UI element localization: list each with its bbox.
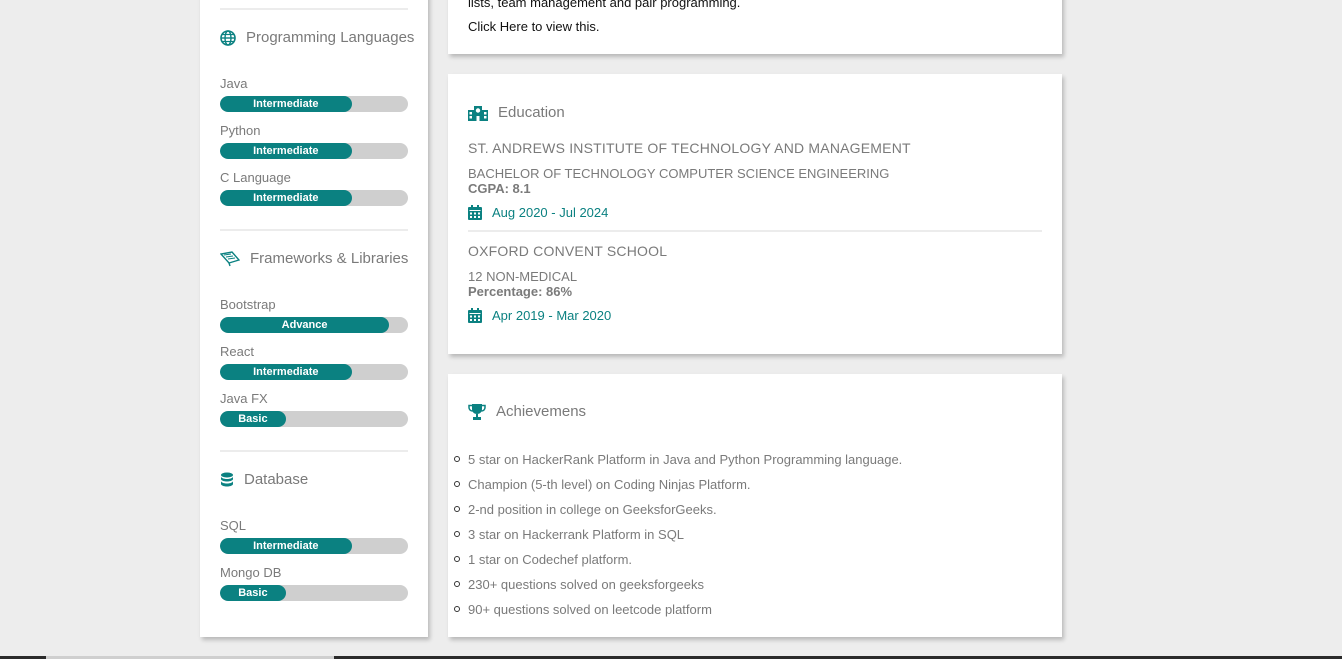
section-title: Programming Languages [246, 29, 415, 46]
skill-bar: Intermediate [220, 364, 408, 380]
skill-react: React Intermediate [220, 344, 408, 380]
skills-card: Programming Languages Java Intermediate … [200, 0, 428, 637]
skill-level: Advance [220, 317, 390, 333]
list-item: 90+ questions solved on leetcode platfor… [453, 602, 902, 627]
skill-level: Intermediate [220, 143, 352, 159]
calendar-icon [468, 205, 482, 220]
section-title: Frameworks & Libraries [250, 250, 409, 267]
section-title: Education [498, 103, 565, 121]
list-item: 1 star on Codechef platform. [453, 552, 902, 577]
skill-name: Java FX [220, 391, 268, 406]
skill-java: Java Intermediate [220, 76, 408, 112]
list-item: 230+ questions solved on geeksforgeeks [453, 577, 902, 602]
skill-name: Python [220, 123, 261, 138]
database-icon [221, 472, 233, 486]
skill-level: Intermediate [220, 364, 352, 380]
school-icon [468, 106, 488, 121]
achievements-card: Achievemens 5 star on HackerRank Platfor… [448, 374, 1062, 637]
education-degree: 12 NON-MEDICAL [468, 269, 578, 284]
skill-bar: Intermediate [220, 143, 408, 159]
skill-bar: Intermediate [220, 190, 408, 206]
trophy-icon [468, 404, 486, 420]
achievements-list: 5 star on HackerRank Platform in Java an… [453, 452, 902, 627]
skill-bar: Basic [220, 585, 408, 601]
list-item: 2-nd position in college on GeeksforGeek… [453, 502, 902, 527]
achievements-header: Achievemens [468, 403, 586, 420]
list-item: Champion (5-th level) on Coding Ninjas P… [453, 477, 902, 502]
skill-bar: Advance [220, 317, 408, 333]
divider [220, 450, 408, 452]
skill-name: SQL [220, 518, 247, 533]
education-school: ST. ANDREWS INSTITUTE OF TECHNOLOGY AND … [468, 140, 911, 156]
section-database: Database [220, 471, 308, 488]
skill-mongo-db: Mongo DB Basic [220, 565, 408, 601]
education-header: Education [468, 103, 565, 121]
section-programming-languages: Programming Languages [220, 29, 414, 46]
skill-level: Basic [220, 585, 286, 601]
skill-bootstrap: Bootstrap Advance [220, 297, 408, 333]
divider [220, 8, 408, 10]
education-dates: Apr 2019 - Mar 2020 [468, 308, 611, 323]
education-degree: BACHELOR OF TECHNOLOGY COMPUTER SCIENCE … [468, 166, 890, 181]
skill-name: Mongo DB [220, 565, 282, 580]
list-item: 5 star on HackerRank Platform in Java an… [453, 452, 902, 477]
book-icon [220, 250, 240, 266]
skill-name: Bootstrap [220, 297, 276, 312]
globe-icon [220, 29, 236, 46]
date-range: Apr 2019 - Mar 2020 [492, 308, 612, 323]
project-card: lists, team management and pair programm… [448, 0, 1062, 54]
section-title: Achievemens [496, 403, 587, 420]
skill-name: C Language [220, 170, 291, 185]
skill-bar: Intermediate [220, 96, 408, 112]
skill-sql: SQL Intermediate [220, 518, 408, 554]
divider [468, 230, 1042, 232]
calendar-icon [468, 308, 482, 323]
skill-java-fx: Java FX Basic [220, 391, 408, 427]
education-school: OXFORD CONVENT SCHOOL [468, 243, 668, 259]
date-range: Aug 2020 - Jul 2024 [492, 205, 609, 220]
divider [220, 229, 408, 231]
list-item: 3 star on Hackerrank Platform in SQL [453, 527, 902, 552]
skill-level: Basic [220, 411, 286, 427]
section-title: Database [244, 471, 309, 488]
skill-name: Java [220, 76, 248, 91]
education-card: Education ST. ANDREWS INSTITUTE OF TECHN… [448, 74, 1062, 354]
skill-level: Intermediate [220, 96, 352, 112]
education-score: Percentage: 86% [468, 284, 573, 299]
education-dates: Aug 2020 - Jul 2024 [468, 205, 608, 220]
education-score: CGPA: 8.1 [468, 181, 531, 196]
skill-c-language: C Language Intermediate [220, 170, 408, 206]
skill-bar: Basic [220, 411, 408, 427]
project-description: lists, team management and pair programm… [468, 0, 741, 10]
skill-bar: Intermediate [220, 538, 408, 554]
section-frameworks-libraries: Frameworks & Libraries [220, 250, 408, 267]
skill-level: Intermediate [220, 190, 352, 206]
skill-name: React [220, 344, 254, 359]
skill-level: Intermediate [220, 538, 352, 554]
project-link[interactable]: Click Here to view this. [468, 19, 599, 34]
skill-python: Python Intermediate [220, 123, 408, 159]
